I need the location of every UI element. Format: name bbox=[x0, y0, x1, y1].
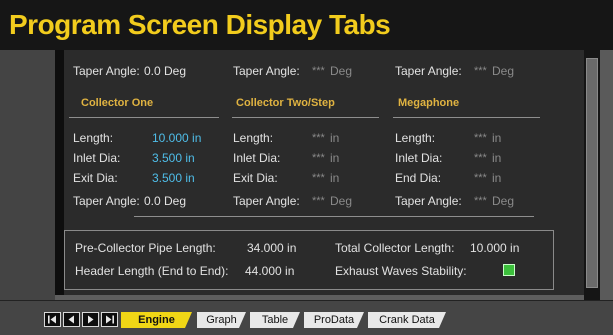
collector-one-inlet-dia-value[interactable]: 3.500 in bbox=[152, 151, 195, 165]
tab-table[interactable]: Table bbox=[250, 312, 300, 328]
length-label: Length: bbox=[73, 131, 114, 145]
scrollbar-thumb[interactable] bbox=[586, 58, 598, 288]
unit-label: in bbox=[492, 131, 502, 145]
taper-angle-label: Taper Angle: bbox=[395, 64, 462, 78]
collector-one-exit-dia-value[interactable]: 3.500 in bbox=[152, 171, 195, 185]
header-length-value: 44.000 in bbox=[245, 264, 295, 278]
taper-angle-label: Taper Angle: bbox=[395, 194, 462, 208]
placeholder-value: *** bbox=[312, 65, 325, 77]
placeholder-value: *** bbox=[312, 172, 325, 184]
header-length-label: Header Length (End to End): bbox=[75, 264, 229, 278]
previous-page-icon[interactable] bbox=[63, 312, 80, 327]
unit-label: in bbox=[330, 151, 340, 165]
section-divider bbox=[393, 117, 540, 118]
taper-angle-label: Taper Angle: bbox=[233, 194, 300, 208]
taper-angle-label: Taper Angle: bbox=[233, 64, 300, 78]
collector-one-length-value[interactable]: 10.000 in bbox=[152, 131, 201, 145]
collector-one-taper-value: 0.0 Deg bbox=[144, 194, 187, 208]
left-gutter bbox=[0, 50, 55, 300]
tab-engine[interactable]: Engine bbox=[121, 312, 192, 328]
unit-label: in bbox=[492, 171, 502, 185]
placeholder-value: *** bbox=[474, 172, 487, 184]
tab-graph[interactable]: Graph bbox=[197, 312, 246, 328]
pre-collector-length-value: 34.000 in bbox=[247, 241, 297, 255]
section-divider bbox=[134, 216, 534, 217]
engine-panel: Taper Angle: 0.0 Deg Taper Angle: *** De… bbox=[64, 50, 584, 295]
exit-dia-label: Exit Dia: bbox=[233, 171, 278, 185]
total-collector-length-value: 10.000 in bbox=[470, 241, 520, 255]
unit-label: Deg bbox=[492, 64, 515, 78]
first-page-icon[interactable] bbox=[44, 312, 61, 327]
vertical-scrollbar[interactable] bbox=[584, 50, 600, 300]
page-title: Program Screen Display Tabs bbox=[9, 9, 391, 40]
next-page-icon[interactable] bbox=[82, 312, 99, 327]
inlet-dia-label: Inlet Dia: bbox=[73, 151, 121, 165]
unit-label: in bbox=[492, 151, 502, 165]
tab-strip: Engine Graph Table ProData Crank Data bbox=[0, 300, 613, 335]
section-divider bbox=[69, 117, 219, 118]
collector-two-header: Collector Two/Step bbox=[236, 97, 335, 109]
summary-box bbox=[64, 230, 554, 290]
length-label: Length: bbox=[395, 131, 436, 145]
exit-dia-label: Exit Dia: bbox=[73, 171, 118, 185]
total-collector-length-label: Total Collector Length: bbox=[335, 241, 455, 255]
unit-label: Deg bbox=[330, 64, 353, 78]
right-edge bbox=[600, 50, 613, 310]
tab-prodata[interactable]: ProData bbox=[304, 312, 364, 328]
unit-label: in bbox=[330, 131, 340, 145]
unit-label: Deg bbox=[492, 194, 515, 208]
taper-angle-label: Taper Angle: bbox=[73, 64, 140, 78]
left-border bbox=[55, 50, 64, 295]
unit-label: Deg bbox=[330, 194, 353, 208]
inlet-dia-label: Inlet Dia: bbox=[395, 151, 443, 165]
title-banner: Program Screen Display Tabs bbox=[0, 0, 613, 50]
pre-collector-length-label: Pre-Collector Pipe Length: bbox=[75, 241, 216, 255]
tab-crank-data[interactable]: Crank Data bbox=[368, 312, 446, 328]
placeholder-value: *** bbox=[474, 132, 487, 144]
length-label: Length: bbox=[233, 131, 274, 145]
placeholder-value: *** bbox=[312, 132, 325, 144]
placeholder-value: *** bbox=[474, 195, 487, 207]
placeholder-value: *** bbox=[312, 195, 325, 207]
exhaust-waves-stability-label: Exhaust Waves Stability: bbox=[335, 264, 467, 278]
collector-one-header: Collector One bbox=[81, 97, 154, 109]
inlet-dia-label: Inlet Dia: bbox=[233, 151, 281, 165]
placeholder-value: *** bbox=[474, 152, 487, 164]
placeholder-value: *** bbox=[474, 65, 487, 77]
unit-label: in bbox=[330, 171, 340, 185]
stability-indicator bbox=[503, 264, 515, 276]
megaphone-header: Megaphone bbox=[398, 97, 460, 109]
taper-angle-label: Taper Angle: bbox=[73, 194, 140, 208]
taper-angle-value: 0.0 Deg bbox=[144, 64, 187, 78]
placeholder-value: *** bbox=[312, 152, 325, 164]
section-divider bbox=[232, 117, 379, 118]
end-dia-label: End Dia: bbox=[395, 171, 442, 185]
last-page-icon[interactable] bbox=[101, 312, 118, 327]
